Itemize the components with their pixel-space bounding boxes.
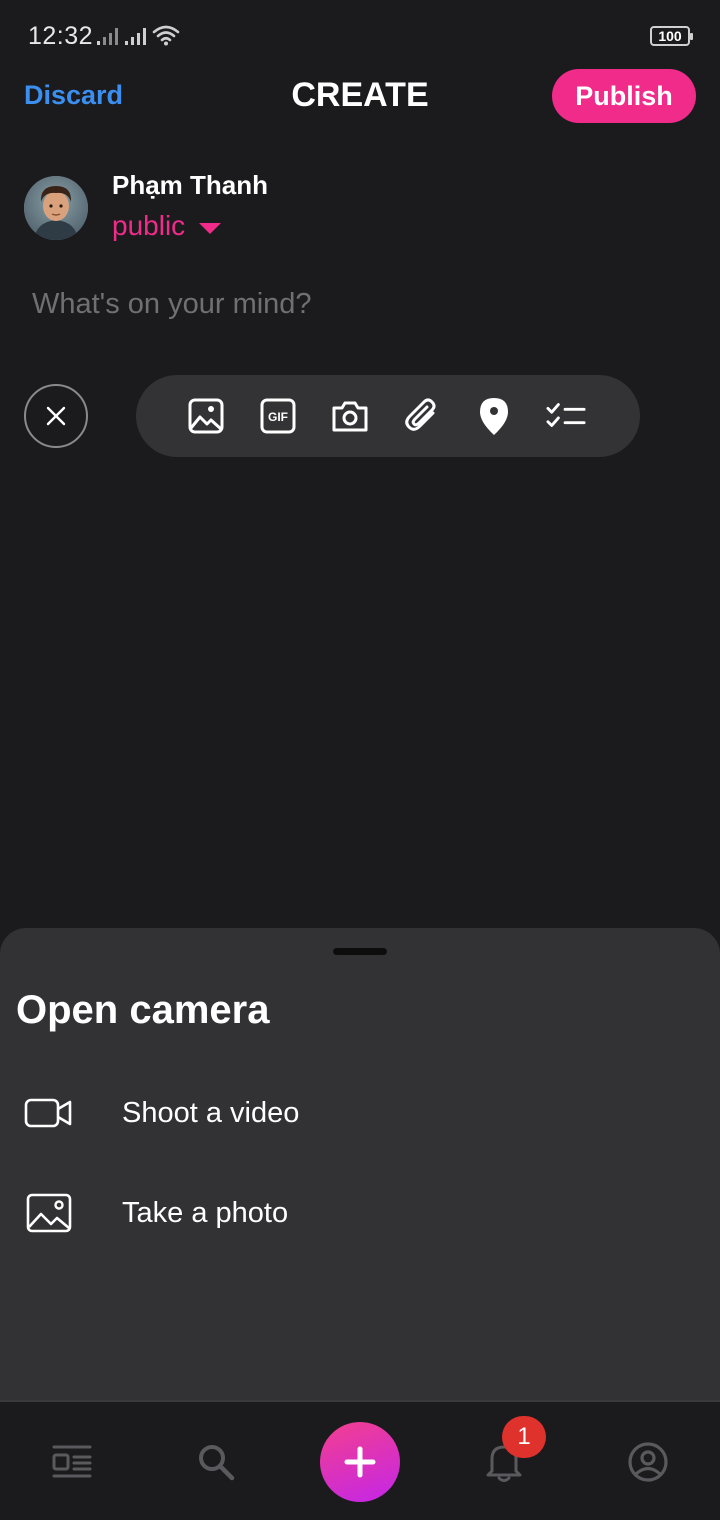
image-icon	[24, 1188, 74, 1238]
search-icon	[199, 1445, 235, 1481]
add-poll-button[interactable]	[546, 396, 586, 436]
nav-profile[interactable]	[626, 1440, 670, 1484]
post-input[interactable]	[32, 282, 692, 326]
camera-icon	[332, 401, 368, 432]
gif-icon: GIF	[260, 398, 296, 434]
checklist-icon	[546, 403, 586, 427]
close-icon	[46, 406, 66, 426]
nav-feed[interactable]	[50, 1440, 94, 1484]
svg-text:GIF: GIF	[268, 410, 288, 424]
location-pin-icon	[480, 398, 508, 435]
plus-icon	[344, 1446, 376, 1478]
nav-search[interactable]	[194, 1440, 238, 1484]
sheet-drag-handle[interactable]	[333, 948, 387, 955]
add-image-button[interactable]	[186, 396, 226, 436]
feed-icon	[52, 1445, 92, 1478]
signal-icon	[125, 28, 146, 45]
signal-icon	[97, 28, 118, 45]
take-photo-label: Take a photo	[122, 1196, 289, 1229]
add-location-button[interactable]	[474, 396, 514, 436]
header: Discard CREATE Publish	[0, 66, 720, 128]
publish-button[interactable]: Publish	[552, 69, 696, 123]
close-tools-button[interactable]	[24, 384, 88, 448]
battery-icon: 100	[650, 26, 693, 46]
notification-badge: 1	[502, 1416, 546, 1458]
attachment-toolbar: GIF	[136, 375, 640, 457]
open-camera-button[interactable]	[330, 396, 370, 436]
image-icon	[188, 398, 224, 434]
wifi-icon	[152, 25, 180, 46]
create-post-button[interactable]	[320, 1422, 400, 1502]
take-photo-option[interactable]: Take a photo	[0, 1168, 720, 1258]
status-bar: 12:32 100	[0, 0, 720, 70]
status-time: 12:32	[28, 22, 94, 50]
attach-file-button[interactable]	[402, 396, 442, 436]
shoot-video-label: Shoot a video	[122, 1096, 300, 1129]
sheet-title: Open camera	[16, 988, 270, 1032]
add-gif-button[interactable]: GIF	[258, 396, 298, 436]
shoot-video-option[interactable]: Shoot a video	[0, 1068, 720, 1158]
bottom-navigation: 1	[0, 1400, 720, 1520]
video-camera-icon	[24, 1088, 74, 1138]
open-camera-sheet: Open camera Shoot a video Take a photo	[0, 928, 720, 1400]
audience-label: public	[112, 210, 186, 241]
audience-selector[interactable]: public	[112, 210, 222, 242]
caret-down-icon	[199, 222, 222, 234]
avatar	[24, 176, 88, 240]
profile-icon	[628, 1442, 668, 1482]
author-name: Phạm Thanh	[112, 170, 269, 200]
status-icons	[96, 24, 180, 46]
paperclip-icon	[405, 398, 436, 431]
